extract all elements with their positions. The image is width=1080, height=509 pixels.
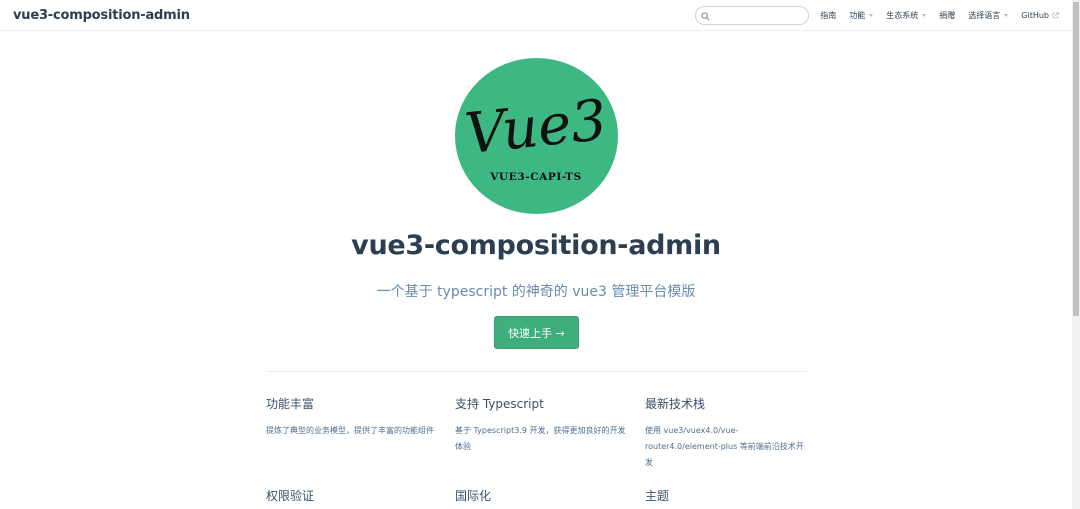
site-name-link[interactable]: vue3-composition-admin [13, 8, 190, 23]
feature-title: 功能丰富 [266, 397, 315, 411]
divider [266, 371, 807, 372]
chevron-down-icon [1004, 13, 1009, 17]
scrollbar-thumb[interactable] [1073, 2, 1079, 316]
nav-item-label: 指南 [820, 10, 837, 20]
nav-item-label: GitHub [1021, 10, 1049, 20]
navbar: vue3-composition-admin 指南 功能 生态系统 捐赠 选择语… [0, 0, 1072, 31]
feature-item: 国际化 [455, 487, 627, 509]
feature-details: 提炼了典型的业务模型，提供了丰富的功能组件 [266, 426, 434, 435]
chevron-down-icon [922, 13, 927, 17]
feature-details: 使用 vue3/vuex4.0/vue-router4.0/element-pl… [645, 426, 804, 467]
logo-subtext: VUE3-CAPI-TS [489, 171, 582, 183]
nav-item-donate[interactable]: 捐赠 [939, 10, 955, 21]
get-started-button[interactable]: 快速上手 → [494, 316, 579, 349]
hero-logo: Vue3 VUE3-CAPI-TS [455, 58, 618, 214]
search-input[interactable] [713, 7, 804, 23]
feature-title: 权限验证 [266, 489, 315, 503]
feature-title: 主题 [645, 489, 670, 503]
feature-item: 支持 Typescript 基于 Typescript3.9 开发，获得更加良好… [455, 395, 627, 455]
nav-item-features[interactable]: 功能 [849, 10, 874, 21]
hero-description: 一个基于 typescript 的神奇的 vue3 管理平台模版 [376, 284, 696, 300]
feature-details: 基于 Typescript3.9 开发，获得更加良好的开发体验 [455, 426, 626, 451]
feature-title: 支持 Typescript [455, 397, 544, 411]
search-box[interactable] [695, 5, 810, 25]
nav-item-github[interactable]: GitHub [1021, 11, 1059, 20]
feature-title: 国际化 [455, 489, 492, 503]
chevron-down-icon [869, 13, 874, 17]
nav-item-ecosystem[interactable]: 生态系统 [886, 10, 927, 21]
nav-item-label: 选择语言 [968, 10, 1001, 20]
nav-item-language[interactable]: 选择语言 [968, 10, 1009, 21]
scrollbar[interactable] [1072, 0, 1080, 509]
nav-item-label: 功能 [849, 10, 866, 20]
feature-item: 权限验证 [266, 487, 438, 509]
nav-item-label: 捐赠 [939, 10, 956, 20]
nav-item-guide[interactable]: 指南 [820, 10, 836, 21]
feature-item: 功能丰富 提炼了典型的业务模型，提供了丰富的功能组件 [266, 395, 438, 439]
nav-links: 指南 功能 生态系统 捐赠 选择语言 GitHub [820, 10, 1059, 21]
nav-item-label: 生态系统 [886, 10, 919, 20]
external-link-icon [1052, 11, 1059, 18]
feature-item: 主题 [645, 487, 817, 509]
search-icon [701, 6, 710, 25]
navbar-right: 指南 功能 生态系统 捐赠 选择语言 GitHub [695, 5, 1059, 25]
hero-title: vue3-composition-admin [351, 230, 721, 261]
feature-title: 最新技术栈 [645, 397, 706, 411]
feature-item: 最新技术栈 使用 vue3/vuex4.0/vue-router4.0/elem… [645, 395, 811, 471]
